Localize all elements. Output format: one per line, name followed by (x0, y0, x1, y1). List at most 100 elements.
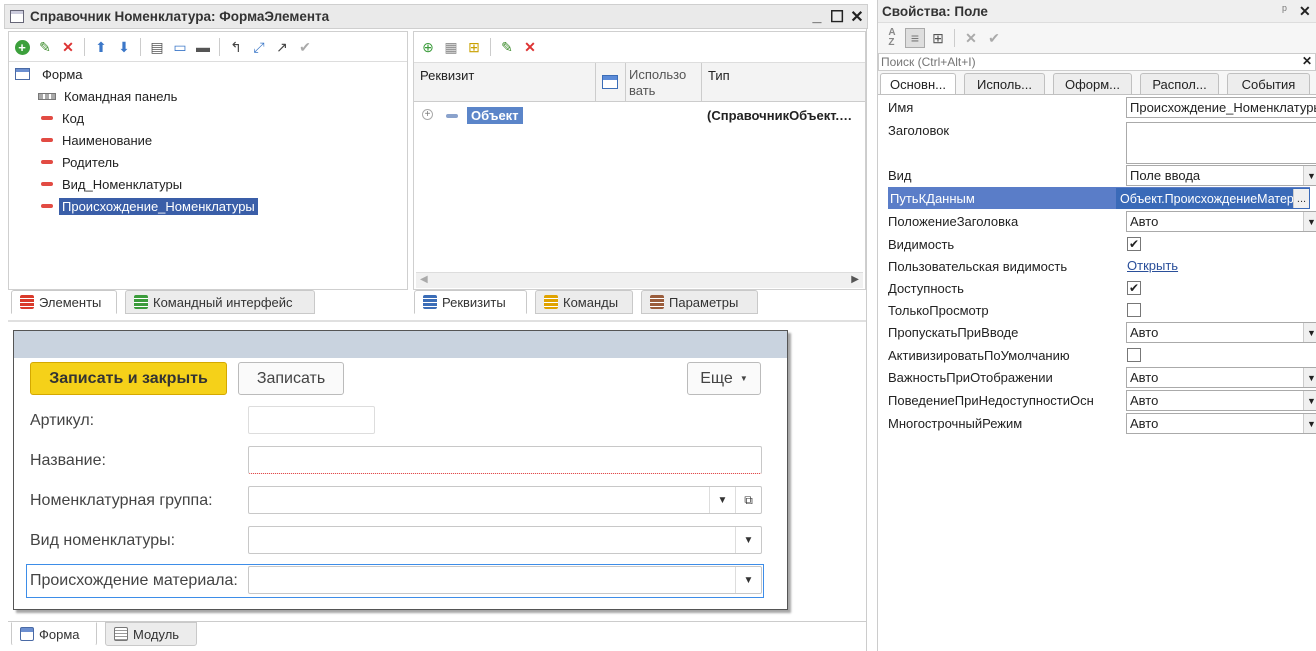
sort-alpha-icon[interactable]: AZ (882, 28, 902, 48)
add-column-icon[interactable]: ▦ (441, 37, 461, 57)
tolko-prosmotr-checkbox[interactable] (1127, 303, 1141, 317)
scroll-left-icon[interactable]: ◀ (420, 274, 428, 285)
attributes-tab-icon (423, 295, 437, 309)
col-use[interactable]: Использо вать (629, 67, 686, 99)
dropdown-icon[interactable]: ▼ (1303, 414, 1316, 433)
tree-item-roditel[interactable]: Родитель (41, 152, 119, 172)
prop-imya: Имя Происхождение_Номенклатуры (888, 96, 1316, 118)
save-button[interactable]: Записать (238, 362, 344, 395)
dropdown-icon[interactable]: ▼ (709, 487, 735, 513)
save-and-close-button[interactable]: Записать и закрыть (30, 362, 227, 395)
add-icon[interactable]: + (12, 37, 32, 57)
nazvanie-input[interactable] (248, 446, 762, 474)
tree-item-proiskhozhdenie[interactable]: Происхождение_Номенклатуры (41, 196, 258, 216)
properties-search[interactable]: ✕ (878, 53, 1316, 71)
tab-rekvizity[interactable]: Реквизиты (414, 290, 527, 314)
tree-item-vid-nomenklatury[interactable]: Вид_Номенклатуры (41, 174, 182, 194)
ellipsis-button[interactable]: ... (1293, 189, 1309, 208)
dropdown-icon[interactable]: ▼ (1303, 323, 1316, 342)
edit-icon[interactable]: ✎ (35, 37, 55, 57)
delete-icon[interactable]: ✕ (58, 37, 78, 57)
artikul-input[interactable] (248, 406, 375, 434)
dropdown-icon[interactable]: ▼ (735, 567, 761, 593)
prop-label: ПоведениеПриНедоступностиОсн (888, 392, 1094, 408)
scroll-right-icon[interactable]: ▶ (851, 274, 859, 285)
ptab-oformlenie[interactable]: Оформ... (1053, 73, 1132, 95)
panel-icon[interactable]: ▬ (193, 37, 213, 57)
tree-item-command-panel[interactable]: Командная панель (38, 86, 177, 106)
properties-close-button[interactable]: ✕ (1299, 3, 1311, 20)
maximize-button[interactable]: ☐ (827, 7, 847, 27)
properties-search-input[interactable] (881, 54, 1291, 70)
splitter[interactable] (8, 320, 866, 322)
nomenklaturnaya-gruppa-input[interactable]: ▼ ⧉ (248, 486, 762, 514)
tab-modul[interactable]: Модуль (105, 622, 197, 646)
prop-imya-value[interactable]: Происхождение_Номенклатуры (1126, 97, 1316, 118)
tree-root-forma[interactable]: Форма (15, 64, 83, 84)
filter-icon[interactable]: ⊞ (928, 28, 948, 48)
arrow-icon[interactable]: ↰ (226, 37, 246, 57)
ptab-ispolzovanie[interactable]: Исполь... (964, 73, 1045, 95)
check-icon[interactable]: ✔ (295, 37, 315, 57)
resize-icon[interactable]: ⤢ (249, 37, 269, 57)
dropdown-icon[interactable]: ▼ (1303, 212, 1316, 231)
prop-vazhnost-value[interactable]: Авто ▼ (1126, 367, 1316, 388)
ptab-raspolozhenie[interactable]: Распол... (1140, 73, 1219, 95)
prop-vid-value[interactable]: Поле ввода ▼ (1126, 165, 1316, 186)
open-icon[interactable]: ⧉ (735, 487, 761, 513)
tree-item-kod[interactable]: Код (41, 108, 84, 128)
minimize-button[interactable]: _ (807, 7, 827, 27)
otkryt-link[interactable]: Открыть (1127, 258, 1178, 273)
tab-forma[interactable]: Форма (11, 622, 97, 646)
dostupnost-checkbox[interactable]: ✔ (1127, 281, 1141, 295)
tab-parametry[interactable]: Параметры (641, 290, 758, 314)
expand-plus-icon[interactable]: + (422, 109, 433, 120)
pin-icon[interactable]: ᵖ (1282, 2, 1287, 17)
tab-label: Элементы (39, 294, 102, 310)
toolbar-separator (140, 38, 141, 56)
apply-icon[interactable]: ✔ (984, 28, 1004, 48)
add-table-icon[interactable]: ⊞ (464, 37, 484, 57)
delete-attribute-icon[interactable]: ✕ (520, 37, 540, 57)
prop-zagolovok-value[interactable] (1126, 122, 1316, 164)
horizontal-scrollbar[interactable]: ◀ ▶ (416, 272, 863, 288)
prop-povedenie: ПоведениеПриНедоступностиОсн Авто ▼ (888, 389, 1316, 411)
ptab-osnovnye[interactable]: Основн... (880, 73, 956, 95)
move-up-icon[interactable]: ⬆ (91, 37, 111, 57)
monitor-icon[interactable]: ▭ (170, 37, 190, 57)
tree-label: Командная панель (64, 88, 178, 104)
dropdown-icon[interactable]: ▼ (1303, 368, 1316, 387)
vidimost-checkbox[interactable]: ✔ (1127, 237, 1141, 251)
prop-polozhenie-value[interactable]: Авто ▼ (1126, 211, 1316, 232)
add-attribute-icon[interactable]: ⊕ (418, 37, 438, 57)
aktivizirovat-checkbox[interactable] (1127, 348, 1141, 362)
tree-item-naimenovanie[interactable]: Наименование (41, 130, 152, 150)
ptab-sobytiya[interactable]: События (1227, 73, 1310, 95)
move-down-icon[interactable]: ⬇ (114, 37, 134, 57)
category-view-icon[interactable]: ≡ (905, 28, 925, 48)
vid-nomenklatury-input[interactable]: ▼ (248, 526, 762, 554)
proiskhozhdenie-materiala-input[interactable]: ▼ (248, 566, 762, 594)
close-button[interactable]: ✕ (847, 7, 867, 27)
attribute-row[interactable]: + Объект (СправочникОбъект.… (414, 105, 865, 127)
more-button[interactable]: Еще ▼ (687, 362, 761, 395)
designer-title: Справочник Номенклатура: ФормаЭлемента (30, 9, 330, 24)
clear-icon[interactable]: ✕ (961, 28, 981, 48)
col-rekvizit[interactable]: Реквизит (420, 68, 474, 83)
tab-komandy[interactable]: Команды (535, 290, 633, 314)
dropdown-icon[interactable]: ▼ (1303, 391, 1316, 410)
form-layout-icon[interactable]: ▤ (147, 37, 167, 57)
field-icon (41, 116, 53, 120)
prop-put-k-dannym-value[interactable]: Объект.ПроисхождениеМатериала... (1116, 188, 1310, 209)
tab-command-interface[interactable]: Командный интерфейс (125, 290, 315, 314)
dropdown-icon[interactable]: ▼ (735, 527, 761, 553)
dropdown-icon[interactable]: ▼ (1303, 166, 1316, 185)
tab-elements[interactable]: Элементы (11, 290, 117, 314)
expand-icon[interactable]: ↗ (272, 37, 292, 57)
prop-mnogostrochny-value[interactable]: Авто ▼ (1126, 413, 1316, 434)
prop-povedenie-value[interactable]: Авто ▼ (1126, 390, 1316, 411)
col-type[interactable]: Тип (708, 68, 730, 83)
search-clear-icon[interactable]: ✕ (1302, 54, 1312, 68)
prop-propuskat-value[interactable]: Авто ▼ (1126, 322, 1316, 343)
edit-attribute-icon[interactable]: ✎ (497, 37, 517, 57)
